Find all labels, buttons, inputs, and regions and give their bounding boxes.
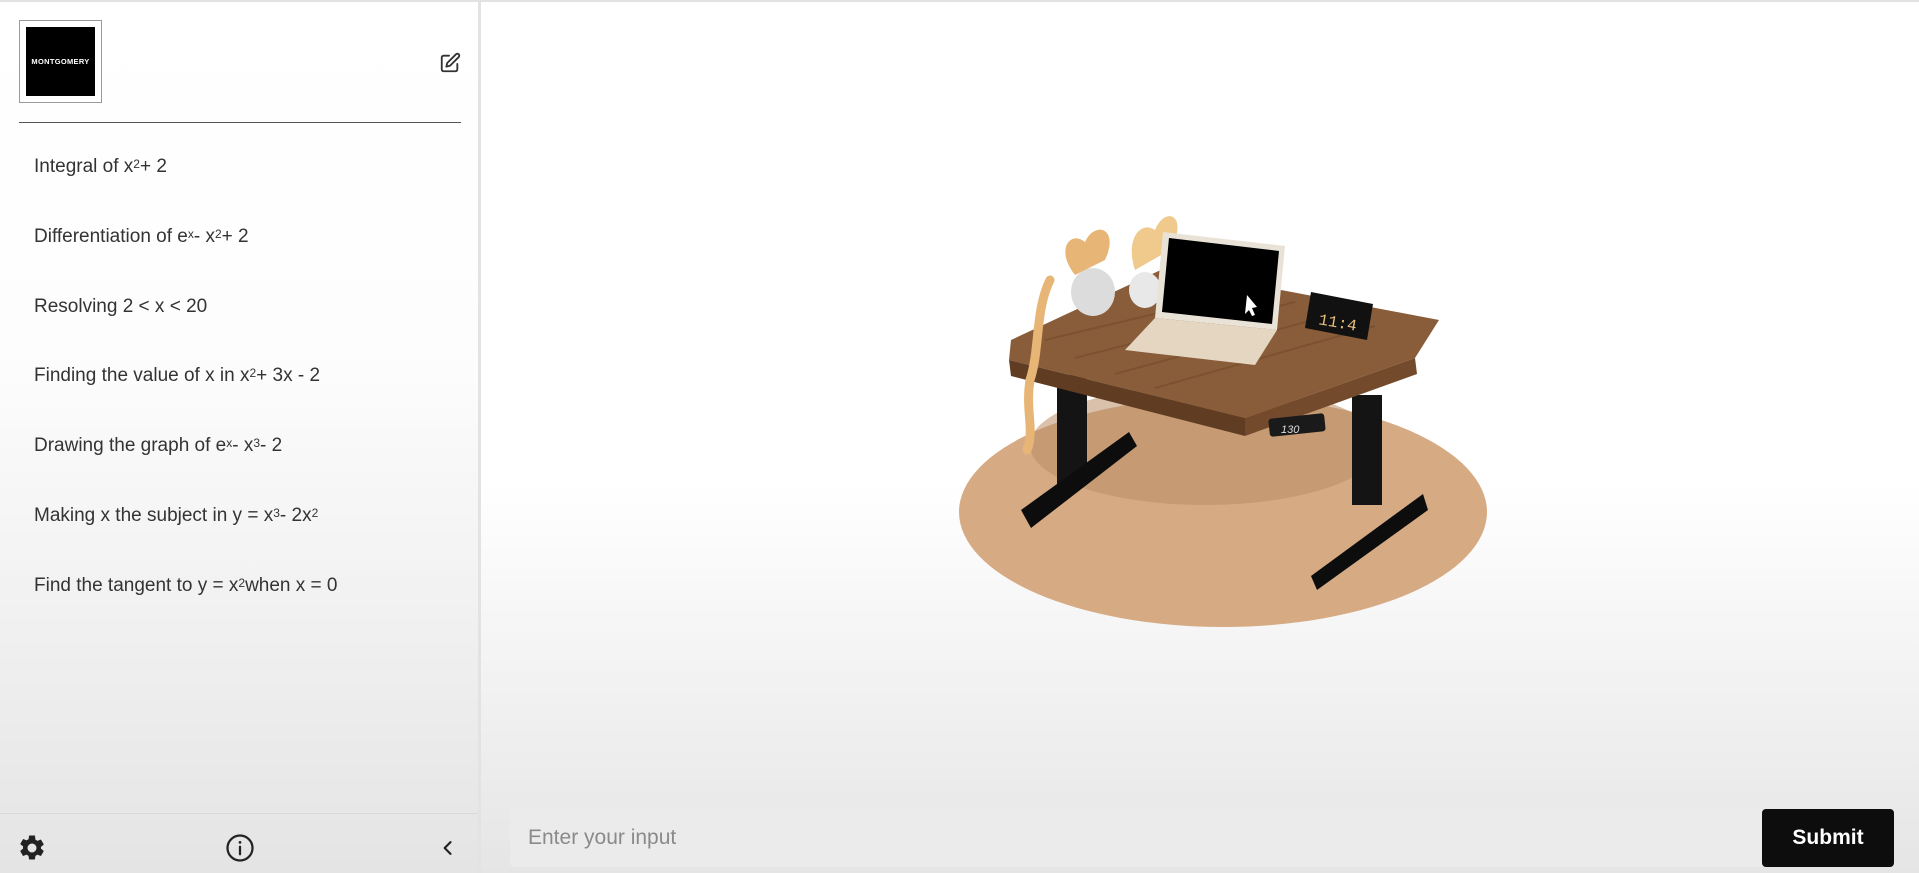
chat-input-container [510,809,1768,867]
logo-text: MONTGOMERY [31,57,90,66]
history-item-text: Integral of x [34,156,134,177]
sidebar-divider [19,122,461,123]
submit-button[interactable]: Submit [1762,809,1894,867]
sidebar: MONTGOMERY Integral of x2 + 2 Differentia… [0,2,481,873]
history-item-text: - 2x [279,505,312,526]
history-item-text: Differentiation of e [34,226,188,247]
history-item[interactable]: Resolving 2 < x < 20 [34,287,454,327]
history-item-text: Resolving 2 < x < 20 [34,296,208,317]
info-button[interactable] [224,832,256,864]
history-item-text: + 2 [221,226,249,247]
gear-icon [20,835,44,860]
history-item[interactable]: Integral of x2 + 2 [34,147,454,187]
history-item-text: - 2 [260,435,283,456]
history-item[interactable]: Finding the value of x in x2 + 3x - 2 [34,356,454,396]
history-item-text: + 3x - 2 [256,365,321,386]
history-item-text: + 2 [139,156,167,177]
history-item-text: when x = 0 [245,575,338,596]
chevron-left-icon [443,841,452,855]
chat-input[interactable] [510,809,1768,867]
desk-panel-text: 130 [1281,424,1300,436]
info-icon [226,834,254,862]
logo-box: MONTGOMERY [26,27,95,96]
logo[interactable]: MONTGOMERY [19,20,102,103]
history-item[interactable]: Making x the subject in y = x3 - 2x 2 [34,496,454,536]
collapse-sidebar-button[interactable] [432,832,464,864]
history-item-text: Making x the subject in y = x [34,505,274,526]
history-item[interactable]: Find the tangent to y = x2 when x = 0 [34,566,454,606]
history-item-text: Find the tangent to y = x [34,575,239,596]
sidebar-footer-divider [0,813,478,814]
history-item-text: Finding the value of x in x [34,365,250,386]
history-item-text: - x [232,435,254,456]
settings-button[interactable] [16,832,48,864]
desk-illustration: 130 11:4 [955,180,1495,640]
history-item[interactable]: Drawing the graph of ex - x3 - 2 [34,426,454,466]
new-chat-button[interactable] [437,50,463,76]
history-item-text: - x [193,226,215,247]
history-item[interactable]: Differentiation of ex - x2 + 2 [34,217,454,257]
history-item-text: Drawing the graph of e [34,435,227,456]
edit-icon [440,52,461,73]
